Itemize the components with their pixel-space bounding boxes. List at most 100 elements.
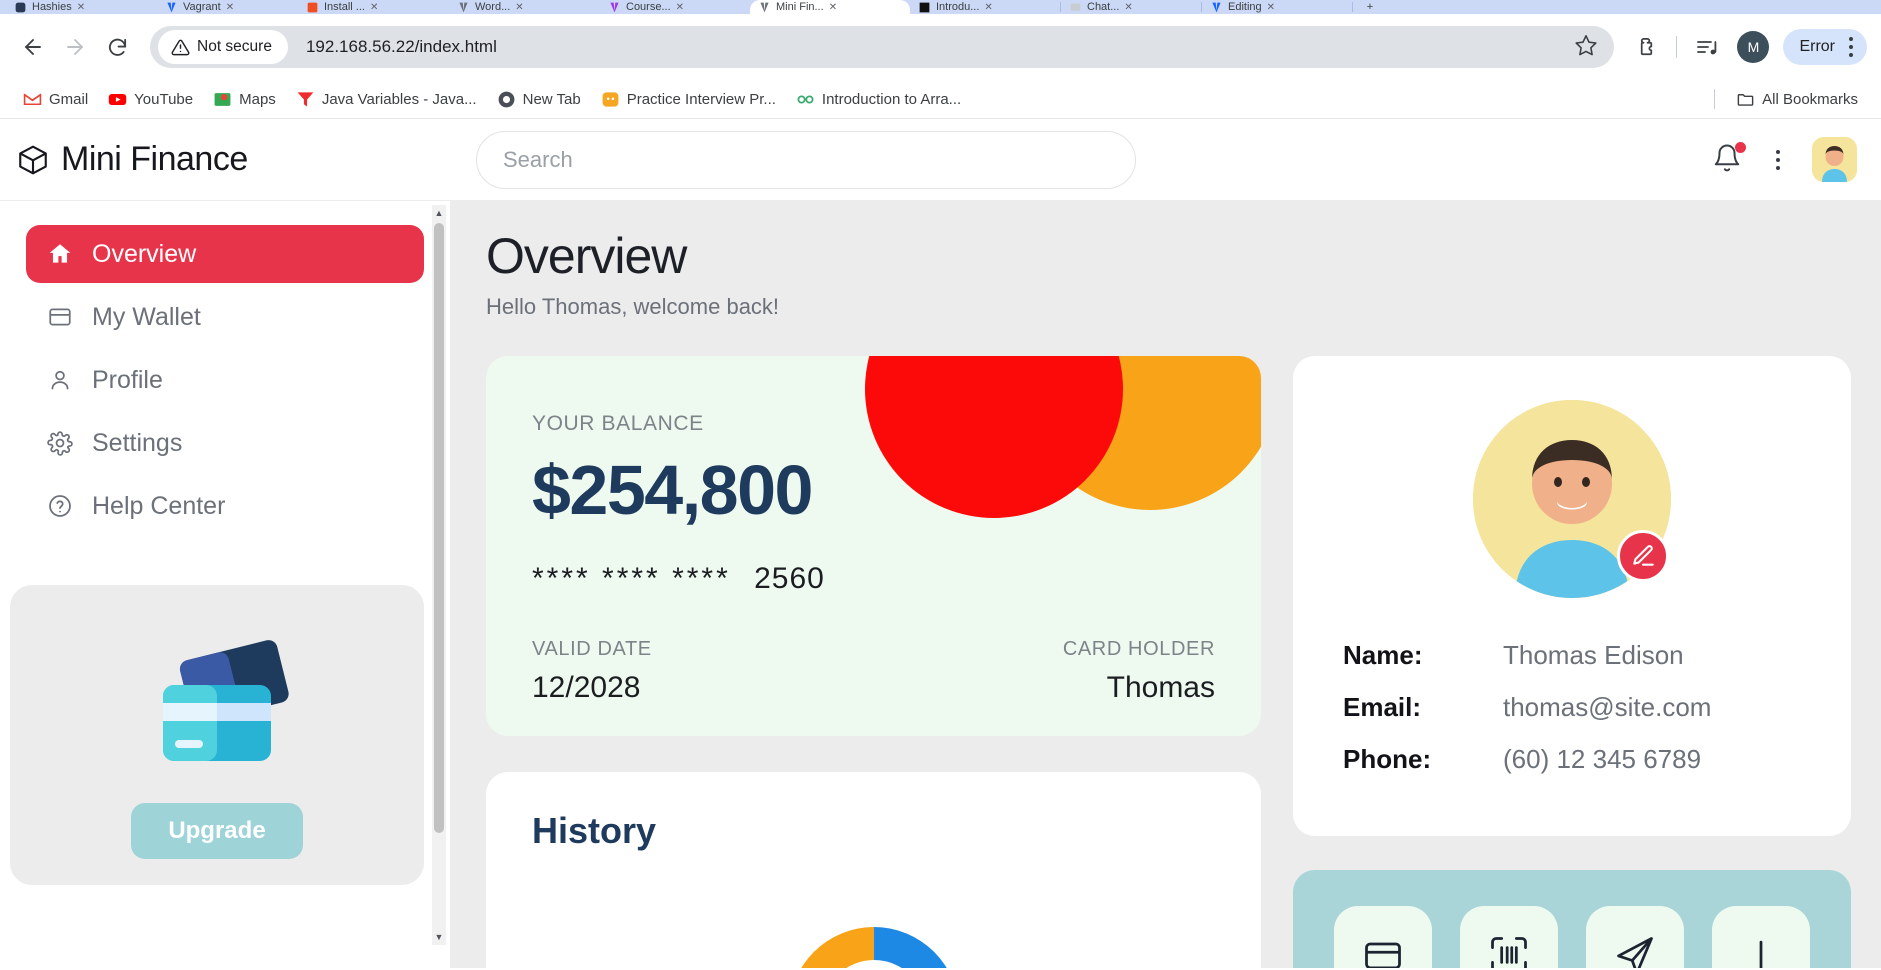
- sidebar-item-label: Help Center: [92, 491, 226, 520]
- browser-tab[interactable]: Vagrant ✕: [157, 0, 297, 14]
- sidebar-item-profile[interactable]: Profile: [26, 351, 424, 409]
- browser-tab[interactable]: Word... ✕: [449, 0, 599, 14]
- sidebar-item-help-center[interactable]: Help Center: [26, 477, 424, 535]
- browser-tab[interactable]: Course... ✕: [600, 0, 750, 14]
- sidebar-item-overview[interactable]: Overview: [26, 225, 424, 283]
- address-bar[interactable]: Not secure 192.168.56.22/index.html: [150, 26, 1615, 68]
- quick-action-scan-button[interactable]: [1460, 906, 1558, 968]
- tab-label: Introdu...: [936, 1, 980, 13]
- bookmark-practice-interview[interactable]: Practice Interview Pr...: [592, 85, 785, 114]
- cube-logo-icon: [19, 145, 47, 174]
- reload-button[interactable]: [98, 28, 136, 66]
- browser-tab[interactable]: Hashies ✕: [6, 0, 156, 14]
- bookmark-intro-arrays[interactable]: Introduction to Arra...: [787, 85, 970, 114]
- chrome-menu-icon[interactable]: [1839, 33, 1863, 61]
- profile-email-label: Email:: [1343, 692, 1422, 722]
- browser-tab[interactable]: Introdu... ✕: [910, 0, 1060, 14]
- bookmarks-divider: [1714, 89, 1716, 109]
- avatar-image: [1812, 137, 1857, 182]
- card-icon: [1365, 942, 1401, 968]
- history-chart: [532, 882, 1215, 968]
- valid-date-block: VALID DATE 12/2028: [532, 638, 652, 705]
- bookmark-new-tab[interactable]: New Tab: [488, 85, 590, 114]
- close-icon[interactable]: ✕: [1124, 2, 1132, 13]
- forward-button[interactable]: [56, 28, 94, 66]
- card-number: **** **** **** 2560: [532, 562, 1215, 596]
- close-icon[interactable]: ✕: [370, 2, 378, 13]
- upgrade-button[interactable]: Upgrade: [131, 803, 303, 859]
- vagrant-icon: [167, 2, 176, 12]
- sidebar-nav: Overview My Wallet Profile Settings Help…: [0, 225, 450, 535]
- scrollbar-thumb[interactable]: [434, 223, 444, 833]
- quick-action-send-button[interactable]: [1586, 906, 1684, 968]
- edit-profile-button[interactable]: [1617, 530, 1669, 582]
- all-bookmarks-button[interactable]: All Bookmarks: [1727, 85, 1867, 114]
- scroll-down-arrow-icon[interactable]: ▼: [432, 929, 446, 945]
- url-text[interactable]: 192.168.56.22/index.html: [288, 37, 1566, 57]
- browser-tab[interactable]: Editing ✕: [1202, 0, 1352, 14]
- bookmark-label: YouTube: [134, 90, 194, 108]
- error-status-chip[interactable]: Error: [1783, 29, 1867, 65]
- browser-profile-avatar[interactable]: M: [1737, 31, 1770, 63]
- profile-name-label: Name:: [1343, 640, 1423, 670]
- scroll-up-arrow-icon[interactable]: ▲: [432, 205, 446, 221]
- media-controls-icon[interactable]: [1687, 27, 1727, 67]
- profile-phone-value: (60) 12 345 6789: [1503, 744, 1702, 774]
- browser-tab[interactable]: Chat... ✕: [1061, 0, 1201, 14]
- new-tab-button[interactable]: +: [1353, 0, 1387, 14]
- close-icon[interactable]: ✕: [1267, 2, 1275, 13]
- search-input[interactable]: [503, 146, 1109, 173]
- toolbar-divider: [1676, 36, 1678, 58]
- close-icon[interactable]: ✕: [829, 2, 837, 13]
- bookmark-star-icon[interactable]: [1574, 33, 1598, 62]
- card-number-last4: 2560: [754, 562, 825, 595]
- arrays-icon: [797, 94, 814, 104]
- header-more-menu-icon[interactable]: [1766, 146, 1790, 174]
- gmail-icon: [23, 92, 42, 105]
- tab-label: Course...: [626, 1, 671, 13]
- tab-label: Editing: [1228, 1, 1262, 13]
- sidebar-item-label: Settings: [92, 428, 183, 457]
- profile-avatar[interactable]: [1473, 400, 1671, 598]
- barcode-icon: [1491, 937, 1527, 968]
- browser-tab[interactable]: Install ... ✕: [298, 0, 448, 14]
- send-icon: [1617, 937, 1653, 968]
- browser-tab-active[interactable]: Mini Fin... ✕: [750, 0, 910, 14]
- sidebar-item-settings[interactable]: Settings: [26, 414, 424, 472]
- profile-phone-label: Phone:: [1343, 744, 1432, 774]
- profile-name-value: Thomas Edison: [1503, 640, 1684, 670]
- sidebar-item-label: Profile: [92, 365, 163, 394]
- app-brand[interactable]: Mini Finance: [16, 140, 476, 179]
- dashboard-left-column: YOUR BALANCE $254,800 **** **** **** 256…: [486, 356, 1261, 968]
- sidebar-item-my-wallet[interactable]: My Wallet: [26, 288, 424, 346]
- search-bar[interactable]: [476, 130, 1136, 189]
- bookmark-label: Practice Interview Pr...: [626, 90, 776, 108]
- bookmark-youtube[interactable]: YouTube: [99, 85, 202, 114]
- extensions-icon[interactable]: [1626, 27, 1666, 67]
- history-title: History: [532, 810, 657, 851]
- bookmark-label: Gmail: [49, 90, 89, 108]
- close-icon[interactable]: ✕: [77, 2, 85, 13]
- youtube-icon: [108, 93, 127, 105]
- close-icon[interactable]: ✕: [984, 2, 992, 13]
- close-icon[interactable]: ✕: [226, 2, 234, 13]
- notifications-button[interactable]: [1712, 141, 1746, 177]
- sidebar-scrollbar[interactable]: ▲ ▼: [432, 205, 446, 945]
- close-icon[interactable]: ✕: [515, 2, 523, 13]
- history-card: History: [486, 772, 1261, 968]
- bookmark-java-variables[interactable]: Java Variables - Java...: [287, 85, 486, 114]
- bookmark-gmail[interactable]: Gmail: [14, 85, 97, 114]
- profile-email-value: thomas@site.com: [1503, 692, 1712, 722]
- quick-action-more-button[interactable]: [1712, 906, 1810, 968]
- card-number-masked: **** **** ****: [532, 562, 731, 595]
- tab-label: Hashies: [32, 1, 72, 13]
- header-avatar[interactable]: [1812, 137, 1857, 182]
- site-security-chip[interactable]: Not secure: [158, 30, 288, 64]
- close-icon[interactable]: ✕: [676, 2, 684, 13]
- practice-icon: [602, 91, 619, 107]
- bookmark-maps[interactable]: Maps: [204, 85, 285, 114]
- back-button[interactable]: [14, 28, 52, 66]
- quick-action-card-button[interactable]: [1334, 906, 1432, 968]
- valid-date-label: VALID DATE: [532, 638, 652, 660]
- profile-info-list: Name: Thomas Edison Email: thomas@site.c…: [1343, 640, 1801, 775]
